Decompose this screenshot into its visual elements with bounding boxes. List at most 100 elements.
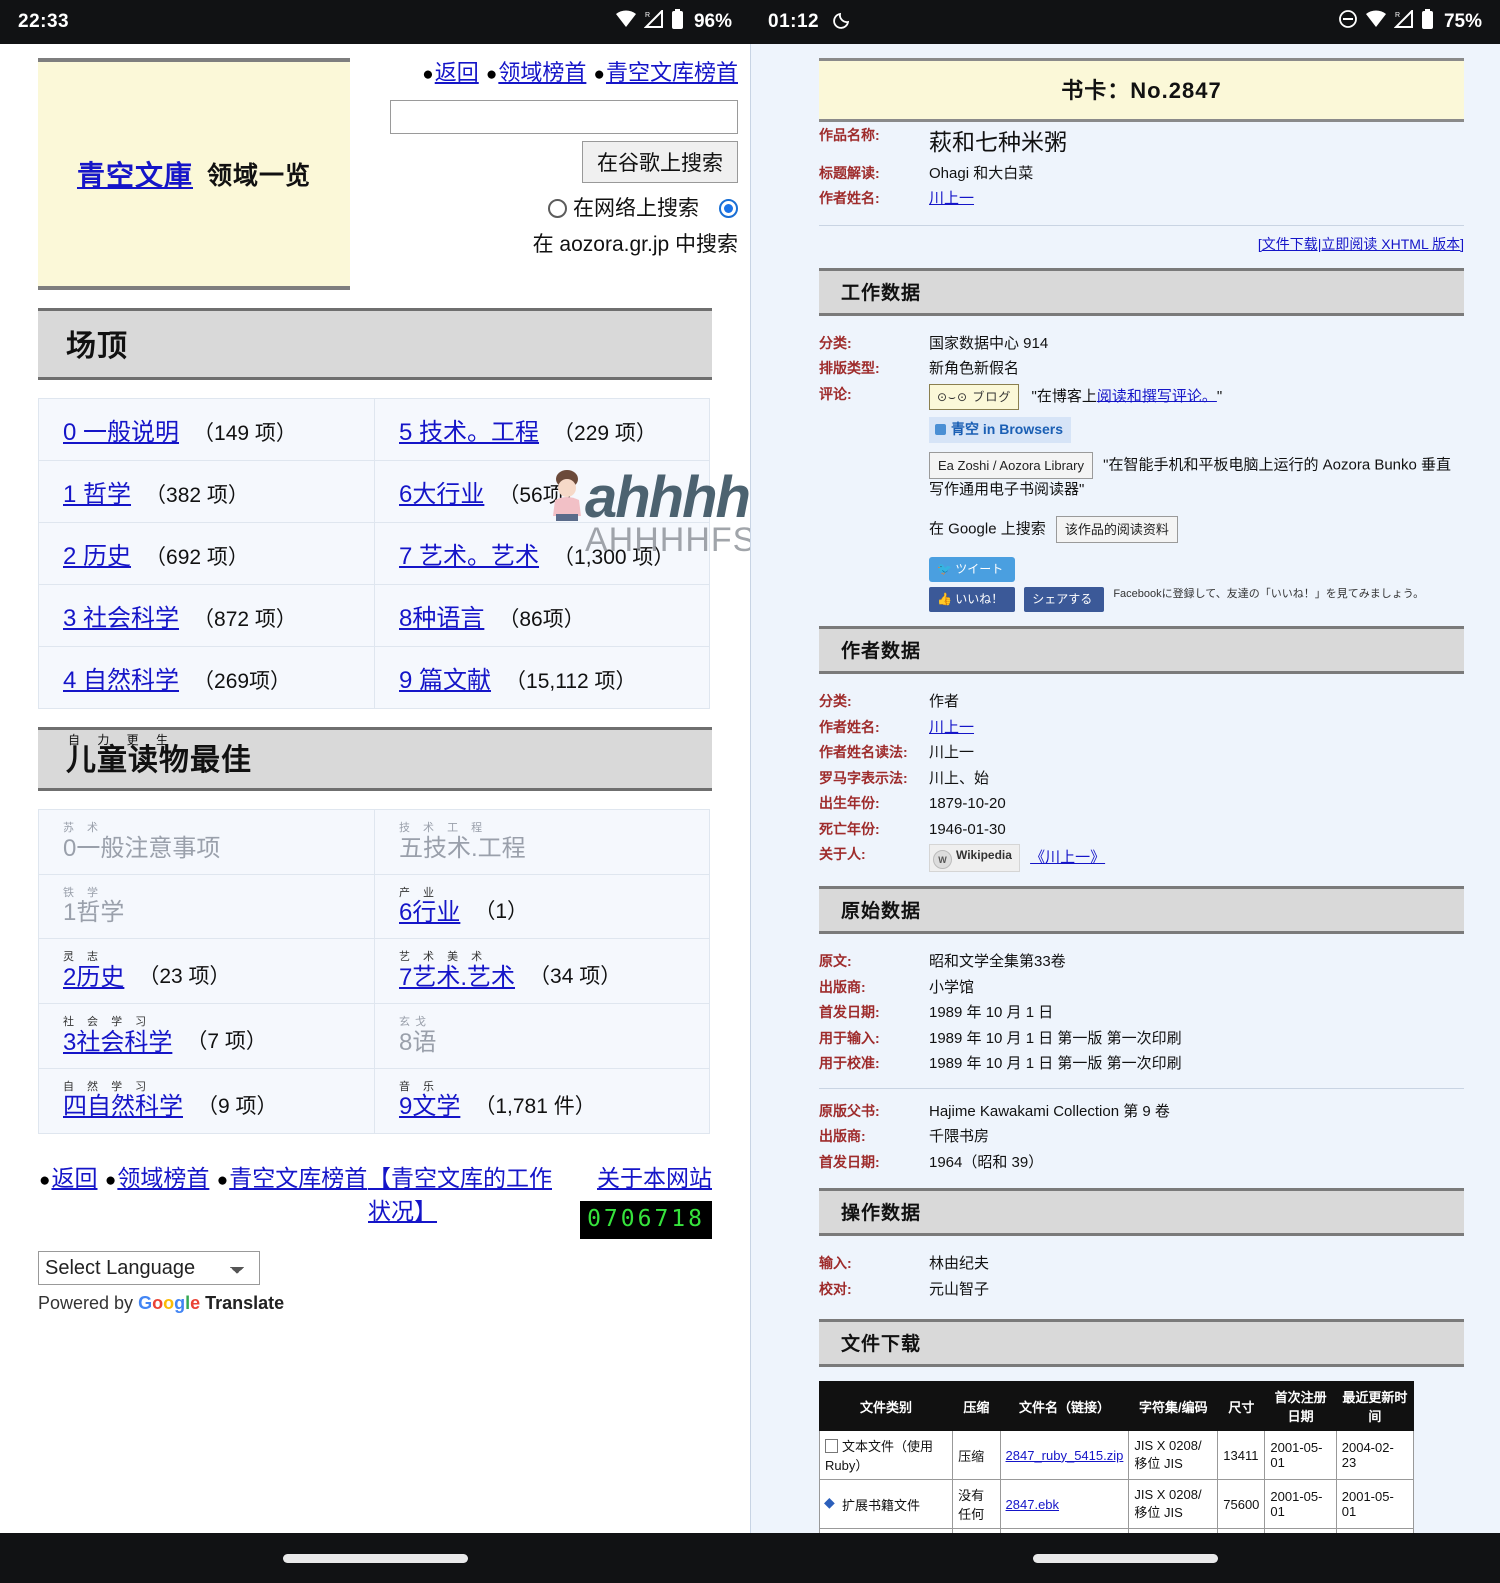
visitor-counter: 0706718 bbox=[580, 1201, 712, 1240]
home-gesture-pill-left[interactable] bbox=[282, 1553, 468, 1563]
cell-registered: 2001-05-01 bbox=[1264, 1430, 1337, 1480]
aozora-in-browsers-badge[interactable]: 青空 in Browsers bbox=[929, 416, 1072, 443]
category-count-3: （872 项） bbox=[193, 608, 297, 631]
author-data-block: 分类: 作者 作者姓名: 川上一 作者姓名读法: 川上一 罗马字表示法: 川上、… bbox=[751, 674, 1500, 872]
meta-key: 作者姓名: bbox=[819, 718, 880, 735]
meta-value: Hajime Kawakami Collection 第 9 卷 bbox=[929, 1102, 1170, 1120]
footer-link-work-status[interactable]: 【青空文库的工作状况】 bbox=[368, 1165, 552, 1224]
author-row-category: 分类: 作者 bbox=[819, 691, 1464, 714]
footer-link-about-site[interactable]: 关于本网站 bbox=[597, 1165, 712, 1191]
kids-link-9[interactable]: 9文学 bbox=[399, 1093, 460, 1120]
battery-percent-right: 75% bbox=[1443, 11, 1482, 32]
category-cell: 8种语言 （86项） bbox=[374, 584, 710, 647]
kids-link-5: 五技术.工程 bbox=[399, 834, 526, 862]
home-gesture-pill-right[interactable] bbox=[1032, 1553, 1218, 1563]
footer-link-aozora-top[interactable]: 青空文库榜首 bbox=[229, 1165, 367, 1191]
category-link-8[interactable]: 8种语言 bbox=[399, 605, 484, 632]
search-input[interactable] bbox=[390, 99, 738, 134]
google-search-chip[interactable]: 该作品的阅读资料 bbox=[1055, 515, 1178, 543]
panes: 青空文庫 领域一览 ●返回 ●领域榜首 ●青空文库榜首 在谷歌上搜索 在网络上搜… bbox=[0, 44, 1500, 1533]
category-link-4[interactable]: 4 自然科学 bbox=[63, 667, 179, 694]
category-link-5[interactable]: 5 技术。工程 bbox=[399, 419, 539, 446]
status-icons-right: R 75% bbox=[1338, 8, 1482, 35]
source-row-parent-date: 首发日期: 1964（昭和 39） bbox=[819, 1152, 1464, 1175]
file-link-ebk[interactable]: 2847.ebk bbox=[1006, 1497, 1060, 1512]
kids-link-7[interactable]: 7艺术.艺术 bbox=[399, 964, 515, 991]
left-pane-aozora-index: 青空文庫 领域一览 ●返回 ●领域榜首 ●青空文库榜首 在谷歌上搜索 在网络上搜… bbox=[0, 44, 750, 1533]
kids-category-5: 技 术 工 程五技术.工程 bbox=[399, 822, 526, 862]
author-row-reading: 作者姓名读法: 川上一 bbox=[819, 742, 1464, 765]
meta-key: 死亡年份: bbox=[819, 820, 880, 837]
author-name-link[interactable]: 川上一 bbox=[929, 719, 974, 736]
meta-value: 川上一 bbox=[929, 744, 975, 761]
wikipedia-chip[interactable]: W Wikipedia bbox=[929, 844, 1020, 872]
footer-link-back[interactable]: 返回 bbox=[51, 1165, 97, 1191]
source-row-parent-book: 原版父书: Hajime Kawakami Collection 第 9 卷 bbox=[819, 1101, 1464, 1124]
category-cell: 9 篇文献 （15,112 项） bbox=[374, 646, 710, 709]
kids-link-3[interactable]: 3社会科学 bbox=[63, 1029, 172, 1056]
ruby-text: 自 然 学 习 bbox=[63, 1080, 152, 1093]
kids-count-9: （1,781 件） bbox=[474, 1094, 596, 1118]
kids-link-6[interactable]: 6行业 bbox=[399, 899, 460, 926]
category-cell: 苏 术 0一般注意事项 bbox=[38, 809, 375, 875]
category-link-3[interactable]: 3 社会科学 bbox=[63, 605, 179, 632]
blog-badge-icon[interactable]: ⊙⌣⊙ ブログ bbox=[929, 383, 1020, 410]
file-link-zip[interactable]: 2847_ruby_5415.zip bbox=[1006, 1448, 1124, 1463]
breadcrumb-link-aozora-top[interactable]: 青空文库榜首 bbox=[606, 60, 738, 85]
category-link-6[interactable]: 6大行业 bbox=[399, 481, 484, 508]
meta-value-typesetting: 新角色新假名 bbox=[929, 360, 1020, 377]
facebook-row: 👍 いいね！ シェアする Facebookに登録して、友達の「いいね！」を見てみ… bbox=[929, 587, 1464, 612]
google-search-button[interactable]: 在谷歌上搜索 bbox=[582, 140, 738, 183]
bullet-icon: ● bbox=[39, 1169, 51, 1191]
meta-key: 输入: bbox=[819, 1255, 852, 1271]
table-header-row: 文件类别 压缩 文件名（链接） 字符集/编码 尺寸 首次注册日期 最近更新时间 bbox=[818, 1381, 1415, 1431]
footer-link-domain-top[interactable]: 领域榜首 bbox=[117, 1165, 209, 1191]
footer-status-wrap: 【青空文库的工作状况】 bbox=[368, 1162, 563, 1229]
section-title-work-data: 工作数据 bbox=[841, 282, 922, 304]
blog-quote-link[interactable]: 阅读和撰写评论。 bbox=[1097, 387, 1217, 404]
radio-search-web[interactable] bbox=[548, 199, 567, 219]
kids-count-6: （1） bbox=[474, 900, 529, 924]
author-link[interactable]: 川上一 bbox=[929, 190, 974, 207]
section-header-kids: 自 力 更 生 儿童读物最佳 bbox=[38, 727, 712, 791]
kids-category-1: 铁 学 1哲学 bbox=[63, 887, 124, 926]
category-link-2[interactable]: 2 历史 bbox=[63, 543, 131, 570]
language-select[interactable]: Select Language bbox=[38, 1251, 260, 1286]
kids-category-6: 产 业 6行业 bbox=[399, 887, 460, 926]
author-row-name: 作者姓名: 川上一 bbox=[819, 717, 1464, 740]
file-type-label: 文本文件（使用 Ruby） bbox=[825, 1439, 934, 1473]
kids-count-4: （9 项） bbox=[197, 1094, 278, 1118]
like-label: いいね！ bbox=[955, 592, 1004, 606]
table-row: 2 历史 （692 项） 7 艺术。艺术 （1,300 项） bbox=[38, 522, 710, 585]
breadcrumb-link-domain-top[interactable]: 领域榜首 bbox=[498, 60, 586, 85]
category-link-0[interactable]: 0 一般说明 bbox=[63, 419, 179, 446]
breadcrumb-link-back[interactable]: 返回 bbox=[435, 60, 479, 85]
category-link-9[interactable]: 9 篇文献 bbox=[399, 667, 491, 694]
author-row-birth: 出生年份: 1879-10-20 bbox=[819, 793, 1464, 816]
category-link-7[interactable]: 7 艺术。艺术 bbox=[399, 543, 539, 570]
source-data-block: 原文: 昭和文学全集第33卷 出版商: 小学馆 首发日期: 1989 年 10 … bbox=[751, 934, 1500, 1174]
category-cell: 0 一般说明 （149 项） bbox=[38, 398, 375, 461]
download-and-read-links[interactable]: [文件下载|立即阅读 XHTML 版本] bbox=[1258, 236, 1464, 252]
wikipedia-article-link[interactable]: 《川上一》 bbox=[1030, 849, 1105, 866]
meta-value: 作者 bbox=[929, 693, 960, 710]
tweet-button[interactable]: 🐦 ツイート bbox=[929, 557, 1016, 582]
radio-label-search-web: 在网络上搜索 bbox=[573, 196, 699, 220]
kids-link-2[interactable]: 2历史 bbox=[63, 964, 124, 991]
cell-file-type: 扩展书籍文件 bbox=[818, 1479, 954, 1529]
radio-search-aozora[interactable] bbox=[719, 199, 738, 219]
kids-link-4[interactable]: 四自然科学 bbox=[63, 1093, 183, 1120]
powered-suffix: Translate bbox=[205, 1293, 285, 1314]
section-work-data: 工作数据 bbox=[819, 267, 1464, 316]
share-label: シェアする bbox=[1032, 592, 1093, 606]
category-link-1[interactable]: 1 哲学 bbox=[63, 481, 131, 508]
col-file-type: 文件类别 bbox=[818, 1381, 954, 1431]
facebook-share-button[interactable]: シェアする bbox=[1024, 587, 1105, 612]
ea-zoshi-badge[interactable]: Ea Zoshi / Aozora Library bbox=[929, 451, 1093, 479]
logo-link-aozora[interactable]: 青空文庫 bbox=[77, 154, 193, 194]
search-row: 在谷歌上搜索 在网络上搜索 在 aozora.gr.jp 中搜索 bbox=[374, 99, 738, 261]
table-row: 4 自然科学 （269项） 9 篇文献 （15,112 项） bbox=[38, 646, 710, 709]
wikipedia-icon: W bbox=[933, 850, 952, 869]
facebook-like-button[interactable]: 👍 いいね！ bbox=[929, 587, 1016, 612]
meta-value-title-reading: Ohagi 和大白菜 bbox=[929, 164, 1034, 182]
